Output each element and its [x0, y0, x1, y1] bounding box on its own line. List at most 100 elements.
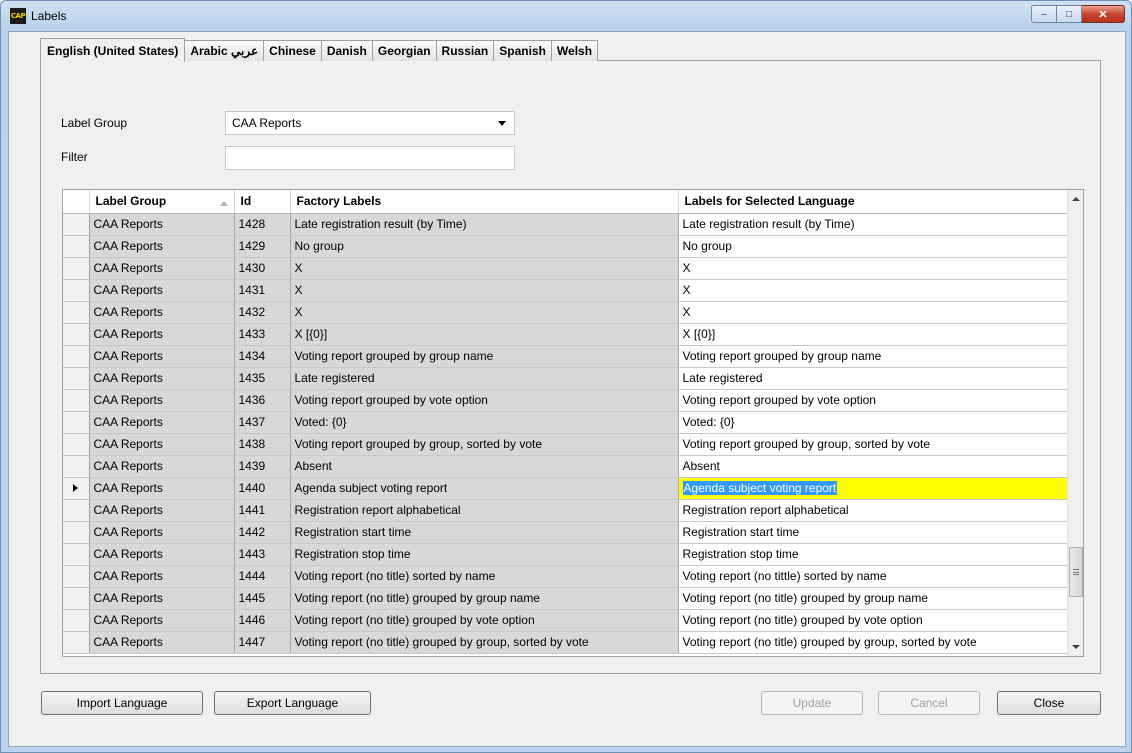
- column-header-selected-language[interactable]: Labels for Selected Language: [678, 190, 1069, 214]
- column-header-label-group[interactable]: Label Group: [89, 190, 235, 214]
- cell-language-label[interactable]: Voting report grouped by group name: [678, 345, 1069, 368]
- sort-ascending-icon: [219, 201, 228, 207]
- table-row[interactable]: CAA Reports 1443 Registration stop time Reg…: [63, 543, 1069, 566]
- import-language-button[interactable]: Import Language: [41, 691, 203, 715]
- row-selector[interactable]: [63, 455, 90, 478]
- table-row[interactable]: CAA Reports 1428 Late registration result …: [63, 213, 1069, 236]
- row-selector[interactable]: [63, 345, 90, 368]
- table-row[interactable]: CAA Reports 1434 Voting report grouped by …: [63, 345, 1069, 368]
- cell-language-label[interactable]: No group: [678, 235, 1069, 258]
- row-selector[interactable]: [63, 543, 90, 566]
- update-button[interactable]: Update: [761, 691, 863, 715]
- chevron-down-icon[interactable]: [498, 121, 506, 126]
- row-selector[interactable]: [63, 433, 90, 456]
- cell-id: 1436: [234, 389, 291, 412]
- row-selector[interactable]: [63, 301, 90, 324]
- cell-language-label[interactable]: Voting report grouped by group, sorted b…: [678, 433, 1069, 456]
- cell-label-group: CAA Reports: [89, 235, 235, 258]
- tab-russian[interactable]: Russian: [435, 40, 495, 61]
- label-group-select[interactable]: CAA Reports: [225, 111, 515, 135]
- row-selector[interactable]: [63, 257, 90, 280]
- vertical-scrollbar[interactable]: [1067, 190, 1083, 656]
- table-row[interactable]: CAA Reports 1446 Voting report (no title) …: [63, 609, 1069, 632]
- cell-language-label[interactable]: Voting report (no title) grouped by grou…: [678, 587, 1069, 610]
- close-button[interactable]: Close: [997, 691, 1101, 715]
- cell-id: 1439: [234, 455, 291, 478]
- row-selector[interactable]: [63, 389, 90, 412]
- cell-language-label[interactable]: X: [678, 301, 1069, 324]
- cell-language-label[interactable]: Late registration result (by Time): [678, 213, 1069, 236]
- tab-chinese[interactable]: Chinese: [263, 40, 322, 61]
- row-selector[interactable]: [63, 367, 90, 390]
- row-selector[interactable]: [63, 521, 90, 544]
- table-row[interactable]: CAA Reports 1447 Voting report (no title) …: [63, 631, 1069, 654]
- row-selector[interactable]: [63, 279, 90, 302]
- column-header-id[interactable]: Id: [234, 190, 291, 214]
- table-row[interactable]: CAA Reports 1445 Voting report (no title) …: [63, 587, 1069, 610]
- table-row[interactable]: CAA Reports 1432 X X: [63, 301, 1069, 324]
- column-header-factory-labels[interactable]: Factory Labels: [290, 190, 679, 214]
- row-selector[interactable]: [63, 411, 90, 434]
- row-selector[interactable]: [63, 587, 90, 610]
- table-row[interactable]: CAA Reports 1439 Absent Absent: [63, 455, 1069, 478]
- table-row[interactable]: CAA Reports 1441 Registration report alpha…: [63, 499, 1069, 522]
- filter-input[interactable]: [225, 146, 515, 170]
- tab-danish[interactable]: Danish: [320, 40, 373, 61]
- minimize-button[interactable]: –: [1031, 5, 1057, 23]
- export-language-button[interactable]: Export Language: [214, 691, 371, 715]
- cell-language-label[interactable]: Absent: [678, 455, 1069, 478]
- selected-text[interactable]: Agenda subject voting report: [682, 481, 838, 495]
- close-window-button[interactable]: ✕: [1082, 5, 1125, 23]
- table-row[interactable]: CAA Reports 1433 X [{0}] X [{0}]: [63, 323, 1069, 346]
- row-selector[interactable]: [63, 609, 90, 632]
- scroll-thumb[interactable]: [1069, 547, 1083, 597]
- row-selector[interactable]: [63, 213, 90, 236]
- tab-welsh[interactable]: Welsh: [550, 40, 599, 61]
- cell-language-label[interactable]: Voting report (no title) grouped by vote…: [678, 609, 1069, 632]
- table-row[interactable]: CAA Reports 1440 Agenda subject voting rep…: [63, 477, 1069, 500]
- cell-language-label[interactable]: Voting report grouped by vote option: [678, 389, 1069, 412]
- row-selector[interactable]: [63, 477, 90, 500]
- cell-id: 1430: [234, 257, 291, 280]
- cell-language-label[interactable]: X: [678, 279, 1069, 302]
- table-row[interactable]: CAA Reports 1437 Voted: {0} Voted: {0}: [63, 411, 1069, 434]
- table-row[interactable]: CAA Reports 1435 Late registered Late regis…: [63, 367, 1069, 390]
- cell-factory-label: Registration stop time: [290, 543, 679, 566]
- tab-english[interactable]: English (United States): [40, 38, 186, 62]
- cell-factory-label: Registration report alphabetical: [290, 499, 679, 522]
- cell-language-label[interactable]: Voted: {0}: [678, 411, 1069, 434]
- table-row[interactable]: CAA Reports 1438 Voting report grouped by …: [63, 433, 1069, 456]
- cell-language-label[interactable]: Agenda subject voting report: [678, 477, 1069, 500]
- cell-language-label[interactable]: Registration start time: [678, 521, 1069, 544]
- row-selector[interactable]: [63, 323, 90, 346]
- row-selector[interactable]: [63, 235, 90, 258]
- cell-label-group: CAA Reports: [89, 587, 235, 610]
- tab-arabic[interactable]: Arabic عربي: [184, 40, 265, 61]
- cell-id: 1440: [234, 477, 291, 500]
- scroll-down-icon[interactable]: [1072, 645, 1080, 649]
- table-row[interactable]: CAA Reports 1431 X X: [63, 279, 1069, 302]
- maximize-button[interactable]: □: [1057, 5, 1082, 23]
- title-bar[interactable]: CAP Labels – □ ✕: [1, 1, 1131, 31]
- cancel-button[interactable]: Cancel: [878, 691, 980, 715]
- table-row[interactable]: CAA Reports 1444 Voting report (no title) …: [63, 565, 1069, 588]
- row-selector[interactable]: [63, 499, 90, 522]
- tab-spanish[interactable]: Spanish: [493, 40, 552, 61]
- scroll-up-icon[interactable]: [1072, 197, 1080, 201]
- cell-language-label[interactable]: Voting report (no title) grouped by grou…: [678, 631, 1069, 654]
- row-selector[interactable]: [63, 631, 90, 654]
- table-row[interactable]: CAA Reports 1436 Voting report grouped by …: [63, 389, 1069, 412]
- window-controls: – □ ✕: [1031, 5, 1125, 23]
- cell-language-label[interactable]: X [{0}]: [678, 323, 1069, 346]
- table-row[interactable]: CAA Reports 1442 Registration start time Re…: [63, 521, 1069, 544]
- cell-language-label[interactable]: Registration report alphabetical: [678, 499, 1069, 522]
- tab-georgian[interactable]: Georgian: [371, 40, 437, 61]
- table-row[interactable]: CAA Reports 1430 X X: [63, 257, 1069, 280]
- cell-language-label[interactable]: Late registered: [678, 367, 1069, 390]
- cell-language-label[interactable]: X: [678, 257, 1069, 280]
- cell-factory-label: Voting report (no title) grouped by grou…: [290, 587, 679, 610]
- cell-language-label[interactable]: Registration stop time: [678, 543, 1069, 566]
- table-row[interactable]: CAA Reports 1429 No group No group: [63, 235, 1069, 258]
- row-selector[interactable]: [63, 565, 90, 588]
- cell-language-label[interactable]: Voting report (no tittle) sorted by name: [678, 565, 1069, 588]
